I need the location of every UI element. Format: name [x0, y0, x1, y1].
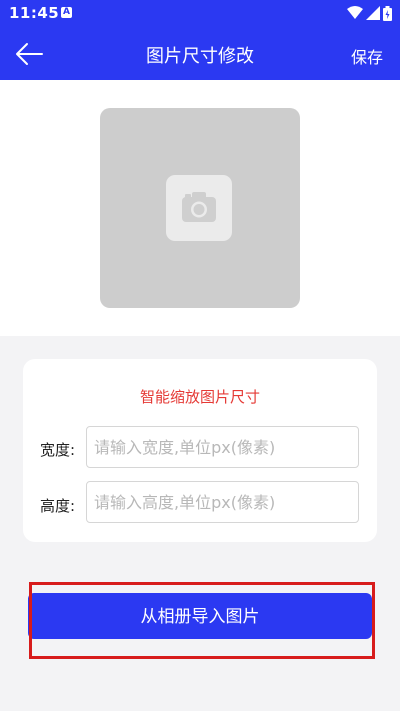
wifi-icon — [347, 6, 363, 19]
signal-icon — [366, 6, 380, 20]
status-icons — [347, 5, 392, 21]
image-placeholder[interactable] — [100, 108, 300, 308]
import-from-album-button[interactable]: 从相册导入图片 — [28, 593, 372, 639]
app-header: 11:45 A 图片尺寸修改 保存 — [0, 0, 400, 80]
camera-tile — [166, 175, 232, 241]
resize-card: 智能缩放图片尺寸 宽度: 高度: — [23, 359, 377, 542]
battery-icon — [383, 5, 392, 21]
save-button[interactable]: 保存 — [351, 44, 383, 68]
height-label: 高度: — [40, 497, 76, 515]
width-label: 宽度: — [40, 441, 76, 459]
page-title: 图片尺寸修改 — [146, 46, 254, 67]
height-input[interactable] — [86, 481, 359, 523]
card-title: 智能缩放图片尺寸 — [139, 388, 260, 406]
camera-icon — [182, 192, 216, 222]
notification-a-icon: A — [61, 7, 72, 18]
image-preview-area — [0, 80, 400, 336]
width-input[interactable] — [86, 426, 359, 468]
status-time: 11:45 — [9, 4, 60, 22]
